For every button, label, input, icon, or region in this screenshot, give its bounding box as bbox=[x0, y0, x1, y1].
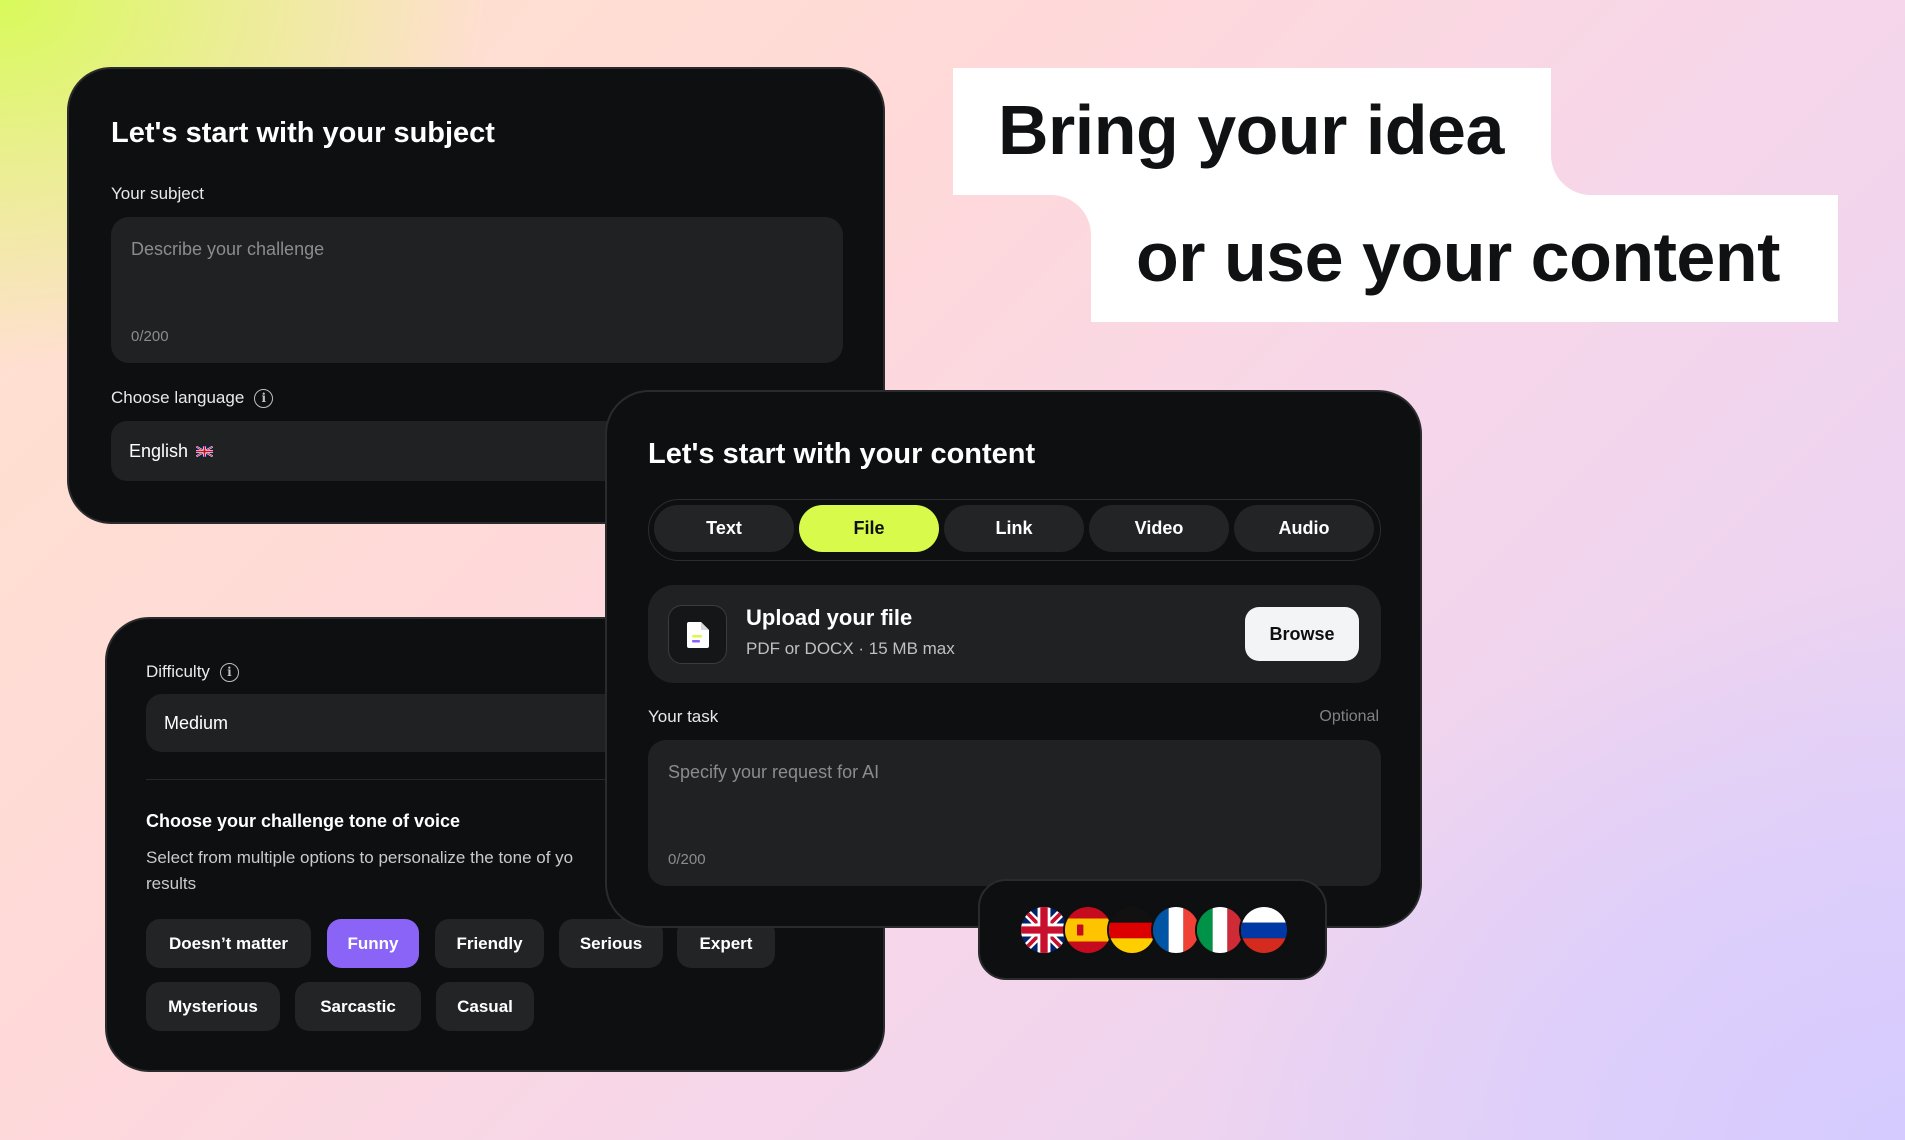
language-value: English bbox=[129, 440, 189, 461]
tone-title: Choose your challenge tone of voice bbox=[146, 811, 461, 831]
tab-file[interactable]: File bbox=[799, 505, 939, 552]
italy-flag-icon[interactable] bbox=[1195, 905, 1245, 955]
file-icon bbox=[668, 605, 727, 664]
france-flag-icon[interactable] bbox=[1151, 905, 1201, 955]
tone-chip-friendly[interactable]: Friendly bbox=[435, 919, 544, 968]
headline-line-2: or use your content bbox=[1136, 218, 1780, 296]
tab-video[interactable]: Video bbox=[1089, 505, 1229, 552]
tone-description: Select from multiple options to personal… bbox=[146, 848, 574, 893]
upload-title: Upload your file bbox=[746, 605, 913, 630]
upload-dropzone[interactable]: Upload your file PDF or DOCX · 15 MB max… bbox=[648, 585, 1381, 683]
uk-flag-icon[interactable] bbox=[1019, 905, 1069, 955]
content-type-tabs: Text File Link Video Audio bbox=[648, 499, 1381, 561]
info-icon[interactable]: i bbox=[254, 388, 274, 408]
headline-notch bbox=[1051, 195, 1091, 235]
task-optional-label: Optional bbox=[1319, 708, 1379, 725]
tone-chip-casual[interactable]: Casual bbox=[436, 982, 534, 1031]
spain-flag-icon[interactable] bbox=[1063, 905, 1113, 955]
task-input[interactable]: Specify your request for AI 0/200 bbox=[648, 740, 1381, 886]
uk-flag-icon bbox=[196, 445, 214, 457]
browse-button[interactable]: Browse bbox=[1245, 607, 1359, 661]
tab-text[interactable]: Text bbox=[654, 505, 794, 552]
task-label: Your task bbox=[648, 707, 719, 726]
subject-input[interactable]: Describe your challenge 0/200 bbox=[111, 217, 843, 363]
info-icon[interactable]: i bbox=[219, 662, 239, 682]
germany-flag-icon[interactable] bbox=[1107, 905, 1157, 955]
subject-char-count: 0/200 bbox=[131, 328, 169, 345]
headline-line-1: Bring your idea bbox=[998, 91, 1504, 169]
tone-chip-funny[interactable]: Funny bbox=[327, 919, 419, 968]
subject-card-title: Let's start with your subject bbox=[111, 117, 495, 149]
content-card: Let's start with your content Text File … bbox=[605, 390, 1422, 928]
upload-subtitle: PDF or DOCX · 15 MB max bbox=[746, 639, 955, 658]
difficulty-label: Difficulty i bbox=[146, 662, 239, 682]
subject-placeholder: Describe your challenge bbox=[131, 239, 325, 259]
task-char-count: 0/200 bbox=[668, 851, 706, 868]
content-card-title: Let's start with your content bbox=[648, 438, 1036, 470]
tone-chip-doesnt-matter[interactable]: Doesn’t matter bbox=[146, 919, 311, 968]
task-placeholder: Specify your request for AI bbox=[668, 762, 880, 782]
russia-flag-icon[interactable] bbox=[1239, 905, 1289, 955]
tone-chip-mysterious[interactable]: Mysterious bbox=[146, 982, 280, 1031]
difficulty-value: Medium bbox=[164, 712, 229, 733]
tab-link[interactable]: Link bbox=[944, 505, 1084, 552]
language-label: Choose language i bbox=[111, 388, 274, 408]
tone-chip-sarcastic[interactable]: Sarcastic bbox=[295, 982, 421, 1031]
subject-label: Your subject bbox=[111, 184, 204, 203]
tab-audio[interactable]: Audio bbox=[1234, 505, 1374, 552]
language-flags bbox=[978, 879, 1327, 980]
headline-notch bbox=[1551, 155, 1591, 195]
